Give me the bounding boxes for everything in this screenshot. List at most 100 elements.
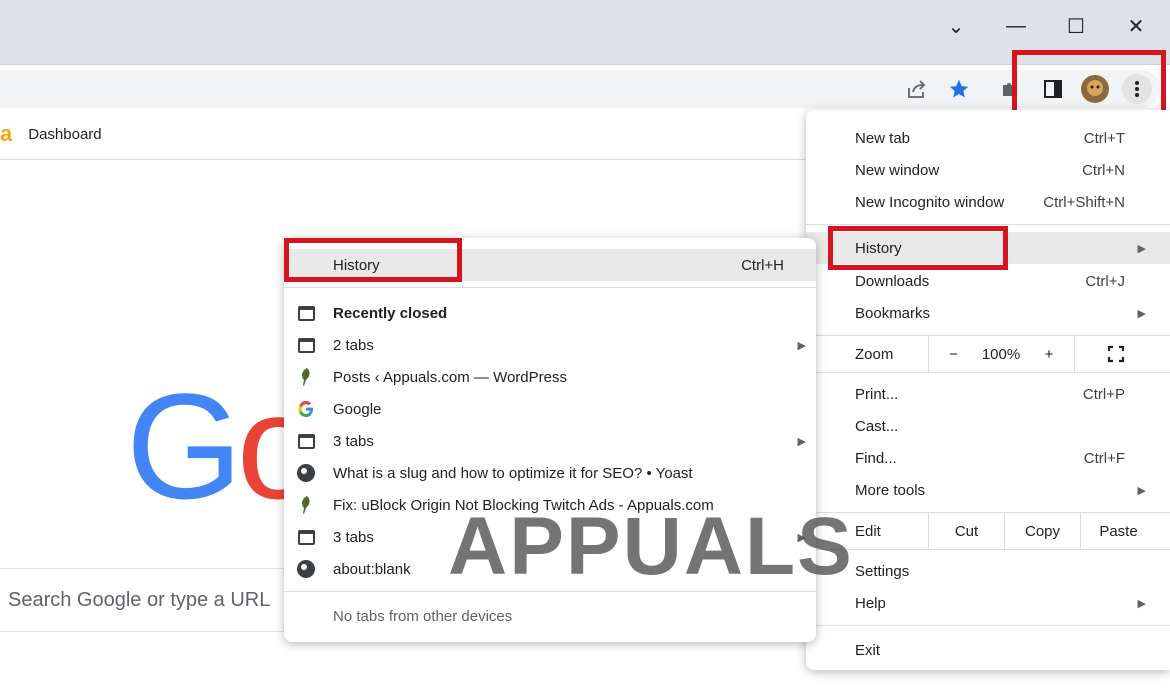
menu-label: New window [855,161,940,179]
menu-label: New tab [855,129,911,147]
bookmark-label: Dashboard [28,125,102,143]
address-bar[interactable] [0,70,1160,108]
menu-row-zoom: Zoom − 100% + [806,336,1170,372]
highlight-box-history-menu-item [828,226,1008,270]
tab-icon [296,431,316,451]
chrome-main-menu: New tab Ctrl+T New window Ctrl+N New Inc… [806,110,1170,670]
globe-icon [296,559,316,579]
minimize-button[interactable]: — [996,8,1036,44]
copy-button[interactable]: Copy [1004,513,1080,549]
menu-divider [806,372,1170,373]
history-item[interactable]: 3 tabs ▶ [284,425,816,457]
cut-button[interactable]: Cut [928,513,1004,549]
zoom-minus-label: − [949,345,958,363]
menu-item-new-incognito[interactable]: New Incognito window Ctrl+Shift+N [806,186,1170,218]
menu-item-new-window[interactable]: New window Ctrl+N [806,154,1170,186]
menu-item-new-tab[interactable]: New tab Ctrl+T [806,122,1170,154]
history-item-label: Posts ‹ Appuals.com — WordPress [333,368,567,386]
menu-item-help[interactable]: Help ▶ [806,587,1170,619]
menu-row-edit: Edit Cut Copy Paste [806,513,1170,549]
submenu-arrow-icon: ▶ [1137,307,1146,320]
menu-item-settings[interactable]: Settings [806,555,1170,587]
google-g-icon [296,399,316,419]
tab-icon [296,527,316,547]
bookmark-star-icon[interactable] [944,74,974,104]
submenu-arrow-icon: ▶ [797,339,806,352]
menu-item-find[interactable]: Find... Ctrl+F [806,442,1170,474]
highlight-box-history-submenu [284,238,462,282]
menu-label: Find... [855,449,897,467]
history-item[interactable]: What is a slug and how to optimize it fo… [284,457,816,489]
menu-shortcut: Ctrl+F [1083,449,1125,467]
menu-label: More tools [855,481,926,499]
search-placeholder: Search Google or type a URL [8,588,271,611]
history-item[interactable]: 2 tabs ▶ [284,329,816,361]
menu-label: Cast... [855,417,899,435]
menu-shortcut: Ctrl+J [1085,272,1125,290]
menu-shortcut: Ctrl+T [1083,129,1125,147]
menu-divider [284,287,816,288]
paste-button[interactable]: Paste [1080,513,1156,549]
maximize-button[interactable]: ☐ [1056,8,1096,44]
history-item-label: 3 tabs [333,528,374,546]
submenu-arrow-icon: ▶ [1137,242,1146,255]
fullscreen-icon [1107,345,1124,363]
zoom-level-value: 100% [981,345,1021,363]
menu-item-more-tools[interactable]: More tools ▶ [806,474,1170,506]
menu-shortcut: Ctrl+H [741,256,784,274]
submenu-arrow-icon: ▶ [1137,484,1146,497]
paste-label: Paste [1099,522,1138,540]
appuals-watermark: APPUALS [448,501,854,592]
menu-label: New Incognito window [855,193,1005,211]
zoom-out-button[interactable]: − [928,336,978,372]
tab-search-chevron-icon[interactable]: ⌄ [936,8,976,44]
fullscreen-button[interactable] [1074,336,1156,372]
history-item-label: What is a slug and how to optimize it fo… [333,464,693,482]
history-item-label: Google [333,400,382,418]
cut-label: Cut [954,522,979,540]
globe-icon [296,463,316,483]
menu-label: Bookmarks [855,304,931,322]
history-item-label: 3 tabs [333,432,374,450]
menu-label: Exit [855,641,881,659]
menu-label: Downloads [855,272,930,290]
zoom-in-button[interactable]: + [1024,336,1074,372]
history-item[interactable]: Posts ‹ Appuals.com — WordPress [284,361,816,393]
tab-icon [296,335,316,355]
menu-item-cast[interactable]: Cast... [806,410,1170,442]
menu-label: Print... [855,385,899,403]
zoom-level: 100% [978,336,1024,372]
menu-shortcut: Ctrl+P [1082,385,1125,403]
close-button[interactable]: ✕ [1116,8,1156,44]
section-heading: Recently closed [333,304,448,322]
no-tabs-message: No tabs from other devices [284,600,816,632]
menu-divider [806,625,1170,626]
bookmark-dashboard[interactable]: a Dashboard [0,121,102,146]
appuals-favicon-icon: a [0,121,13,146]
appuals-favicon-icon [296,367,316,387]
menu-item-exit[interactable]: Exit [806,634,1170,666]
menu-label: Edit [855,522,881,540]
appuals-favicon-icon [296,495,316,515]
history-item[interactable]: Google [284,393,816,425]
menu-divider [806,549,1170,550]
zoom-plus-label: + [1044,345,1054,363]
no-tabs-label: No tabs from other devices [333,607,513,625]
menu-shortcut: Ctrl+N [1082,161,1125,179]
recently-closed-heading: Recently closed [284,297,816,329]
submenu-arrow-icon: ▶ [797,435,806,448]
tab-icon [296,303,316,323]
menu-item-bookmarks[interactable]: Bookmarks ▶ [806,297,1170,329]
share-icon[interactable] [902,74,932,104]
logo-letter-g: G [126,362,243,530]
menu-label: Help [855,594,886,612]
history-item-label: about:blank [333,560,411,578]
menu-item-print[interactable]: Print... Ctrl+P [806,378,1170,410]
submenu-arrow-icon: ▶ [1137,597,1146,610]
menu-label: Zoom [855,345,894,363]
history-item-label: 2 tabs [333,336,374,354]
menu-divider [806,224,1170,225]
menu-label: Settings [855,562,910,580]
title-bar [0,0,1170,64]
copy-label: Copy [1024,522,1061,540]
